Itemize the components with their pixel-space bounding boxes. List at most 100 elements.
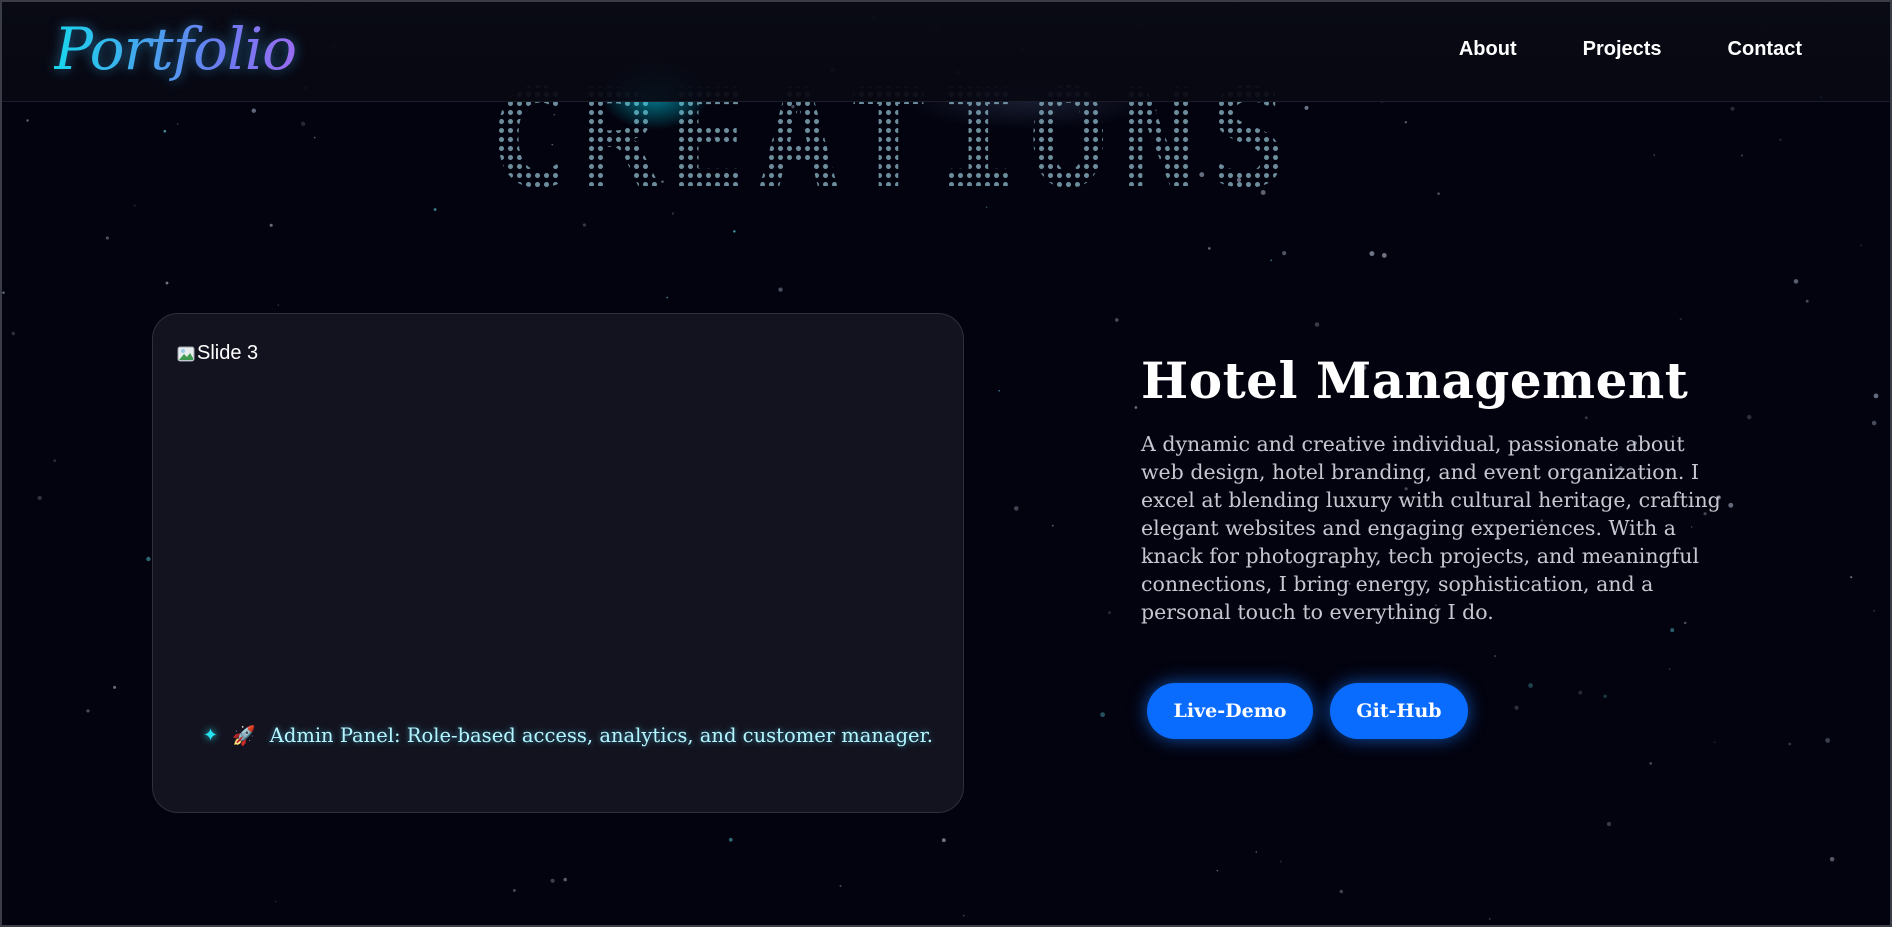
star [1314,322,1320,327]
star [1578,690,1583,695]
star [1282,250,1287,256]
star [1860,244,1862,247]
star [563,877,567,882]
star [433,208,437,211]
broken-image-icon [177,345,195,363]
star [1670,628,1675,633]
star [1493,654,1497,658]
nav-link-projects[interactable]: Projects [1583,38,1662,61]
star [1260,190,1266,195]
nav-link-contact[interactable]: Contact [1728,38,1802,61]
star [165,281,169,285]
feature-item: ✦ 🚀 Admin Panel: Role-based access, anal… [203,724,933,747]
project-slide-card[interactable]: Slide 3 ✦ 🚀 Admin Panel: Role-based acce… [152,313,964,813]
star [778,287,783,292]
star [37,495,42,501]
project-buttons: Live-Demo Git-Hub [1147,683,1468,739]
star [1606,821,1612,827]
star [1829,856,1835,862]
star [133,204,136,207]
live-demo-button[interactable]: Live-Demo [1147,683,1313,739]
star [1437,192,1440,195]
star [53,459,57,463]
star [86,709,90,713]
star [1779,138,1782,141]
star [1051,524,1054,527]
star [1653,154,1655,156]
star [582,223,586,227]
star [2,291,5,294]
star [963,915,965,917]
star [550,878,555,883]
feature-text: Admin Panel: Role-based access, analytic… [269,724,933,747]
star [26,119,29,122]
star [666,296,669,299]
star [512,888,516,892]
star [1873,393,1879,399]
rocket-icon: 🚀 [232,725,256,747]
star [1746,414,1752,420]
star [1679,318,1682,321]
star [1668,668,1671,670]
star [733,230,736,233]
star [671,212,675,215]
slide-image: Slide 3 [177,342,258,365]
star [1369,251,1375,257]
star [146,556,151,562]
logo[interactable]: Portfolio [54,14,297,84]
star [1115,318,1119,322]
star [1255,851,1258,853]
star [269,223,273,227]
star [1805,299,1809,303]
star [1514,705,1519,710]
star [1488,918,1491,920]
star [1788,742,1792,746]
github-button[interactable]: Git-Hub [1330,683,1468,739]
star [1208,247,1211,250]
star [313,136,316,139]
star [728,837,733,842]
slide-image-alt-text: Slide 3 [197,342,259,364]
star [985,206,988,208]
star [277,304,280,306]
star [839,884,842,887]
star [1793,279,1799,284]
star [1339,889,1344,894]
star [11,331,16,336]
star [163,129,167,133]
star [1740,154,1743,157]
star [1825,738,1830,743]
star [1850,576,1853,579]
star [1713,741,1716,744]
star [1107,611,1112,615]
star [113,685,117,689]
star [1404,121,1407,124]
star [1730,106,1735,111]
star [1873,609,1875,612]
star [177,123,179,125]
sparkle-icon: ✦ [203,725,219,746]
star [274,900,277,903]
star [300,121,306,126]
star [1528,683,1533,688]
star [1270,259,1273,262]
project-info: Hotel Management A dynamic and creative … [1141,350,1731,626]
star [251,108,257,113]
star [998,389,1001,392]
nav-link-about[interactable]: About [1459,38,1517,61]
star [1603,694,1607,698]
star [1014,506,1019,511]
star [941,838,946,843]
star [1100,712,1106,718]
project-title: Hotel Management [1141,351,1689,410]
star [1381,253,1387,258]
star [105,236,109,240]
project-description: A dynamic and creative individual, passi… [1141,432,1721,624]
star [1279,860,1282,863]
star [1216,869,1219,872]
nav-links: About Projects Contact [1459,38,1802,61]
navbar: Portfolio About Projects Contact [2,2,1890,102]
star [1871,420,1877,426]
star [1134,406,1138,409]
star [1649,762,1653,765]
